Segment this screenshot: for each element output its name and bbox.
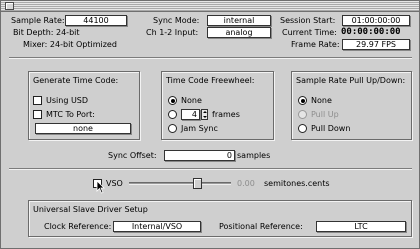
- jam-sync-label: Jam Sync: [181, 124, 218, 133]
- time-code-freewheel-panel: Time Code Freewheel: None 4 frames Jam S…: [161, 71, 274, 140]
- ch12-input-label: Ch 1-2 Input:: [146, 28, 199, 37]
- usd-setup-panel: Universal Slave Driver Setup Clock Refer…: [28, 200, 412, 237]
- frame-rate-popup[interactable]: 29.97 FPS: [342, 39, 410, 50]
- vso-unit-label: semitones.cents: [264, 179, 330, 188]
- sync-mode-label: Sync Mode:: [153, 16, 200, 25]
- mtc-to-port-checkbox[interactable]: [33, 110, 42, 119]
- mixer-label: Mixer: 24-bit Optimized: [23, 40, 117, 49]
- jam-sync-radio[interactable]: [168, 124, 177, 133]
- divider: [9, 168, 412, 170]
- close-box-icon[interactable]: [5, 2, 14, 10]
- generate-time-code-panel: Generate Time Code: Using USD MTC To Por…: [28, 71, 140, 140]
- sync-mode-popup[interactable]: internal: [207, 15, 271, 26]
- mtc-to-port-label: MTC To Port:: [46, 110, 95, 119]
- ch12-input-popup[interactable]: analog: [207, 27, 271, 38]
- current-time-label: Current Time:: [282, 28, 337, 37]
- vso-slider-thumb[interactable]: [193, 178, 202, 189]
- positional-reference-popup[interactable]: LTC: [316, 221, 406, 232]
- frames-field[interactable]: 4: [181, 109, 200, 120]
- using-usd-checkbox[interactable]: [33, 96, 42, 105]
- sample-rate-label: Sample Rate:: [11, 16, 65, 25]
- freewheel-none-radio[interactable]: [168, 96, 177, 105]
- title-bar[interactable]: [1, 1, 419, 12]
- pull-none-label: None: [311, 96, 332, 105]
- sync-offset-unit: samples: [237, 151, 271, 160]
- frame-rate-label: Frame Rate:: [291, 40, 340, 49]
- pull-down-radio[interactable]: [298, 124, 307, 133]
- panel-title: Time Code Freewheel:: [166, 76, 255, 85]
- pull-down-label: Pull Down: [311, 124, 351, 133]
- session-setup-window: Sample Rate: 44100 Bit Depth: 24-bit Mix…: [0, 0, 420, 249]
- sample-rate-field[interactable]: 44100: [65, 15, 127, 26]
- mouse-pointer-icon: [96, 180, 105, 194]
- freewheel-none-label: None: [181, 96, 202, 105]
- clock-reference-label: Clock Reference:: [44, 222, 112, 231]
- vso-readout: 0.00: [237, 179, 255, 188]
- vso-label: VSO: [106, 179, 123, 188]
- using-usd-label: Using USD: [46, 96, 89, 105]
- bit-depth-label: Bit Depth: 24-bit: [13, 28, 80, 37]
- session-start-field[interactable]: 01:00:00:00: [342, 15, 410, 26]
- clock-reference-popup[interactable]: Internal/VSO: [113, 221, 201, 232]
- divider: [9, 57, 412, 59]
- mtc-port-popup[interactable]: none: [35, 123, 131, 134]
- sync-offset-field[interactable]: 0: [164, 150, 235, 161]
- pull-up-radio[interactable]: [298, 110, 307, 119]
- pull-up-label: Pull Up: [311, 110, 339, 119]
- pull-none-radio[interactable]: [298, 96, 307, 105]
- freewheel-frames-radio[interactable]: [168, 110, 177, 119]
- positional-reference-label: Positional Reference:: [219, 222, 303, 231]
- panel-title: Sample Rate Pull Up/Down:: [296, 76, 406, 85]
- pull-up-down-panel: Sample Rate Pull Up/Down: None Pull Up P…: [291, 71, 412, 140]
- session-start-label: Session Start:: [280, 16, 336, 25]
- panel-title: Generate Time Code:: [33, 76, 119, 85]
- panel-title: Universal Slave Driver Setup: [33, 205, 148, 214]
- frames-label: frames: [212, 110, 240, 119]
- frames-stepper-icon[interactable]: [201, 109, 208, 120]
- vso-slider-track[interactable]: [129, 182, 231, 185]
- sync-offset-label: Sync Offset:: [108, 151, 157, 160]
- current-time-value: 00:00:00:00: [341, 27, 401, 37]
